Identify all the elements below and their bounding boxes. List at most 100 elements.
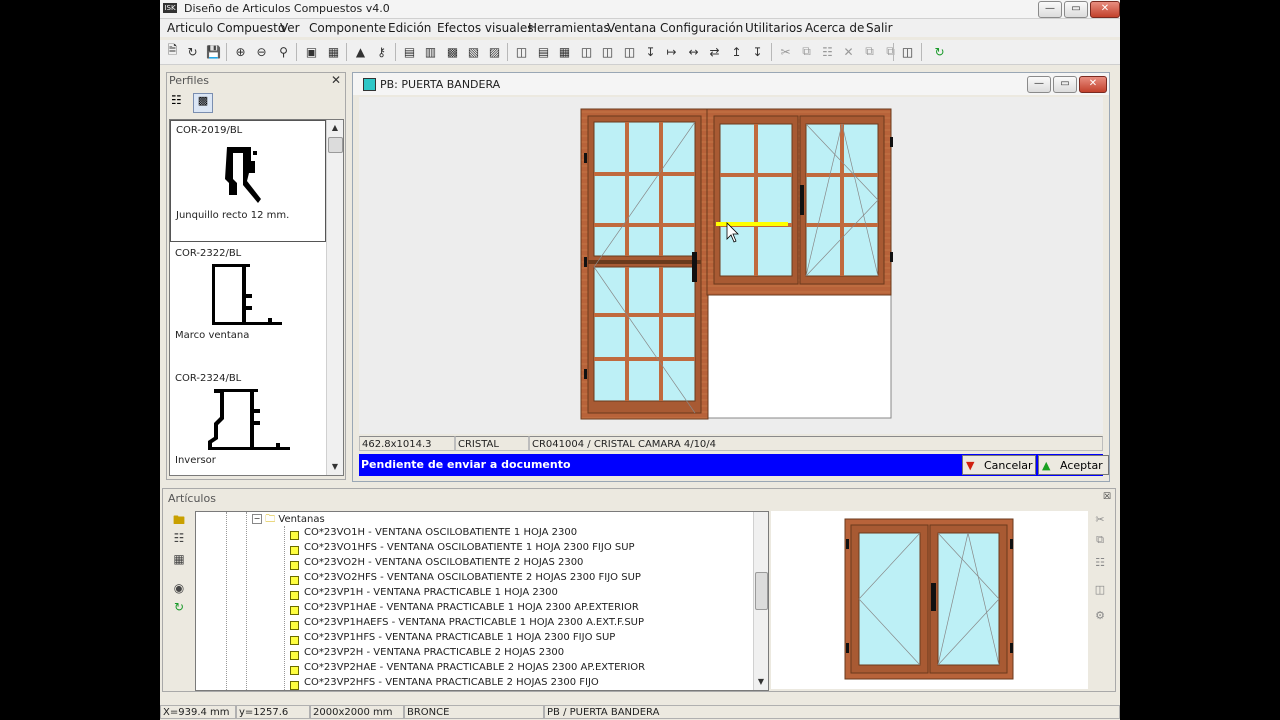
list-item[interactable]: CO*23VP2HAE - VENTANA PRACTICABLE 2 HOJA… [290, 662, 645, 677]
list-item[interactable]: CO*23VP2HFS - VENTANA PRACTICABLE 2 HOJA… [290, 677, 599, 690]
select-icon[interactable]: ▣ [303, 43, 320, 60]
close-panel-icon[interactable]: ✕ [331, 73, 341, 87]
close-button[interactable]: ✕ [1090, 1, 1120, 18]
folder-icon[interactable]: 🖿 [169, 511, 189, 529]
cancel-button[interactable]: ▼ Cancelar [962, 455, 1036, 475]
profile-section-drawing [225, 147, 261, 203]
delete-icon[interactable]: ✕ [840, 43, 857, 60]
zoom-fit-icon[interactable]: ⚲ [275, 43, 292, 60]
door-window-drawing[interactable] [359, 97, 1103, 434]
editor-maximize-button[interactable]: ▭ [1053, 76, 1077, 93]
profile-item[interactable]: COR-2322/BL Marco ventana [170, 244, 326, 366]
hat-icon[interactable]: ▲ [352, 43, 369, 60]
copy-icon[interactable]: ⧉ [1092, 533, 1108, 549]
merge-icon[interactable]: ⇄ [706, 43, 723, 60]
spread-horizontal-icon[interactable]: ↔ [685, 43, 702, 60]
material-readout: CRISTAL [455, 436, 529, 451]
list-item[interactable]: CO*23VO1H - VENTANA OSCILOBATIENTE 1 HOJ… [290, 527, 577, 542]
tree-view-icon[interactable]: ☷ [171, 93, 189, 111]
cut-icon[interactable]: ✂ [1092, 513, 1108, 529]
new-document-icon[interactable]: 🗎 [164, 43, 181, 60]
glass-icon[interactable]: ▩ [444, 43, 461, 60]
wood-icon[interactable]: ▨ [486, 43, 503, 60]
list-item[interactable]: CO*23VO2HFS - VENTANA OSCILOBATIENTE 2 H… [290, 572, 641, 587]
key-icon[interactable]: ⚷ [373, 43, 390, 60]
editor-title: PB: PUERTA BANDERA [380, 78, 501, 91]
collapse-icon[interactable]: − [252, 514, 262, 524]
menu-ventana[interactable]: Ventana [607, 21, 656, 35]
editor-close-button[interactable]: ✕ [1079, 76, 1107, 93]
menu-edicion[interactable]: Edición [388, 21, 431, 35]
scroll-down-icon[interactable]: ▼ [327, 459, 343, 475]
grid-icon[interactable]: ▦ [556, 43, 573, 60]
thumbs-down-icon: ▼ [966, 459, 975, 472]
profile-view-icon[interactable]: ▩ [193, 93, 213, 113]
design-canvas[interactable] [359, 97, 1103, 434]
maximize-button[interactable]: ▭ [1064, 1, 1088, 18]
menu-herramientas[interactable]: Herramientas [528, 21, 610, 35]
profile-item[interactable]: COR-2324/BL Inversor [170, 369, 326, 475]
profile-code: COR-2324/BL [175, 373, 242, 384]
paste-icon[interactable]: ☷ [819, 43, 836, 60]
scroll-thumb[interactable] [755, 572, 768, 610]
view-eye-icon[interactable]: ◉ [169, 581, 189, 599]
profiles-scrollbar[interactable]: ▲ ▼ [326, 120, 343, 475]
folder-node[interactable]: − 🗀 Ventanas [252, 512, 325, 527]
tree-view-icon[interactable]: ☷ [169, 531, 189, 549]
menu-componente[interactable]: Componente [309, 21, 386, 35]
table-view-icon[interactable]: ▦ [169, 552, 189, 570]
split-vertical-icon[interactable]: ◫ [513, 43, 530, 60]
scroll-down-icon[interactable]: ▼ [754, 674, 768, 690]
three-panels-icon[interactable]: ◫ [621, 43, 638, 60]
menu-salir[interactable]: Salir [866, 21, 893, 35]
menu-acerca-de[interactable]: Acerca de [805, 21, 864, 35]
article-label: CO*23VO1HFS - VENTANA OSCILOBATIENTE 1 H… [304, 542, 635, 553]
duplicate-icon[interactable]: ⧉ [861, 43, 878, 60]
clone-icon[interactable]: ⧉ [882, 43, 899, 60]
move-down-icon[interactable]: ↧ [749, 43, 766, 60]
save-icon[interactable]: 💾 [205, 43, 222, 60]
editor-minimize-button[interactable]: — [1027, 76, 1051, 93]
menu-configuracion[interactable]: Configuración [660, 21, 743, 35]
paste-icon[interactable]: ☷ [1092, 556, 1108, 572]
list-item[interactable]: CO*23VO2H - VENTANA OSCILOBATIENTE 2 HOJ… [290, 557, 583, 572]
list-item[interactable]: CO*23VP1HAE - VENTANA PRACTICABLE 1 HOJA… [290, 602, 639, 617]
insert-top-icon[interactable]: ▥ [422, 43, 439, 60]
window-preview-drawing [844, 518, 1014, 680]
list-item[interactable]: CO*23VP1HAEFS - VENTANA PRACTICABLE 1 HO… [290, 617, 644, 632]
zoom-out-icon[interactable]: ⊖ [253, 43, 270, 60]
window-layout-icon[interactable]: ◫ [899, 43, 916, 60]
copy-icon[interactable]: ⧉ [798, 43, 815, 60]
align-top-icon[interactable]: ↧ [642, 43, 659, 60]
list-item[interactable]: CO*23VP1H - VENTANA PRACTICABLE 1 HOJA 2… [290, 587, 558, 602]
close-panel-icon[interactable]: ☒ [1103, 492, 1111, 502]
list-item[interactable]: CO*23VP1HFS - VENTANA PRACTICABLE 1 HOJA… [290, 632, 615, 647]
split-horizontal-icon[interactable]: ▤ [535, 43, 552, 60]
minimize-button[interactable]: — [1038, 1, 1062, 18]
open-icon[interactable]: ↻ [184, 43, 201, 60]
export-icon[interactable]: ◫ [1092, 583, 1108, 599]
menu-utilitarios[interactable]: Utilitarios [745, 21, 802, 35]
insert-sash-icon[interactable]: ▤ [401, 43, 418, 60]
frame-icon[interactable]: ▦ [325, 43, 342, 60]
columns-icon[interactable]: ◫ [578, 43, 595, 60]
handle-icon[interactable]: ▧ [465, 43, 482, 60]
cut-icon[interactable]: ✂ [777, 43, 794, 60]
align-right-icon[interactable]: ↦ [663, 43, 680, 60]
accept-button[interactable]: ▲ Aceptar [1038, 455, 1109, 475]
scroll-thumb[interactable] [328, 137, 343, 153]
zoom-in-icon[interactable]: ⊕ [232, 43, 249, 60]
move-up-icon[interactable]: ↥ [728, 43, 745, 60]
list-item[interactable]: CO*23VO1HFS - VENTANA OSCILOBATIENTE 1 H… [290, 542, 635, 557]
scroll-up-icon[interactable]: ▲ [327, 120, 343, 136]
menu-ver[interactable]: Ver [280, 21, 300, 35]
menu-efectos-visuales[interactable]: Efectos visuales [437, 21, 534, 35]
refresh-icon[interactable]: ↻ [169, 600, 189, 618]
two-panels-icon[interactable]: ◫ [599, 43, 616, 60]
refresh-icon[interactable]: ↻ [931, 43, 948, 60]
settings-icon[interactable]: ⚙ [1092, 609, 1108, 625]
profile-item[interactable]: COR-2019/BL Junquillo recto 12 mm. [170, 120, 326, 242]
articles-scrollbar[interactable]: ▼ [753, 512, 768, 690]
list-item[interactable]: CO*23VP2H - VENTANA PRACTICABLE 2 HOJAS … [290, 647, 564, 662]
menu-articulo-compuesto[interactable]: Articulo Compuesto [167, 21, 285, 35]
